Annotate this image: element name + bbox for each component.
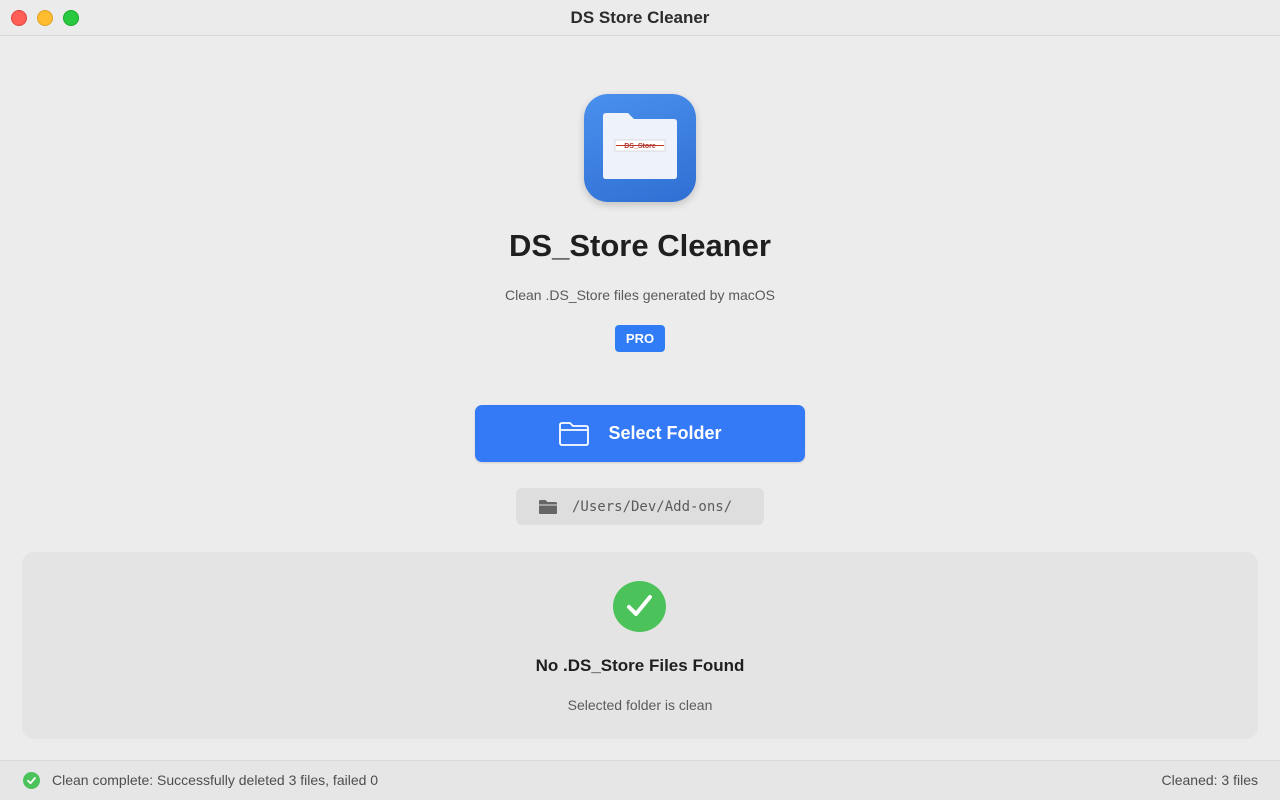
app-subtitle: Clean .DS_Store files generated by macOS: [504, 287, 776, 303]
selected-path-chip: /Users/Dev/Add-ons/: [516, 488, 764, 525]
result-title: No .DS_Store Files Found: [535, 656, 745, 675]
checkmark-circle-small-icon: [23, 772, 40, 789]
title-bar: DS Store Cleaner: [0, 0, 1280, 36]
app-icon-label: DS_Store: [624, 143, 656, 150]
selected-path-text: /Users/Dev/Add-ons/: [572, 498, 733, 515]
result-panel: No .DS_Store Files Found Selected folder…: [22, 552, 1258, 739]
select-folder-button[interactable]: Select Folder: [475, 405, 805, 462]
checkmark-circle-icon: [613, 581, 666, 632]
result-subtitle: Selected folder is clean: [567, 697, 713, 713]
status-bar: Clean complete: Successfully deleted 3 f…: [0, 760, 1280, 800]
app-folder-icon: DS_Store: [584, 94, 696, 202]
cleaned-count: Cleaned: 3 files: [1161, 772, 1258, 788]
select-folder-label: Select Folder: [608, 423, 722, 443]
folder-filled-icon: [539, 499, 557, 514]
status-message: Clean complete: Successfully deleted 3 f…: [52, 772, 379, 788]
folder-outline-icon: [559, 421, 590, 446]
app-title: DS_Store Cleaner: [509, 228, 771, 263]
window-title: DS Store Cleaner: [570, 8, 710, 27]
pro-badge: PRO: [615, 325, 665, 352]
app-window: DS Store Cleaner DS_Store DS_Store Clean…: [0, 0, 1280, 800]
